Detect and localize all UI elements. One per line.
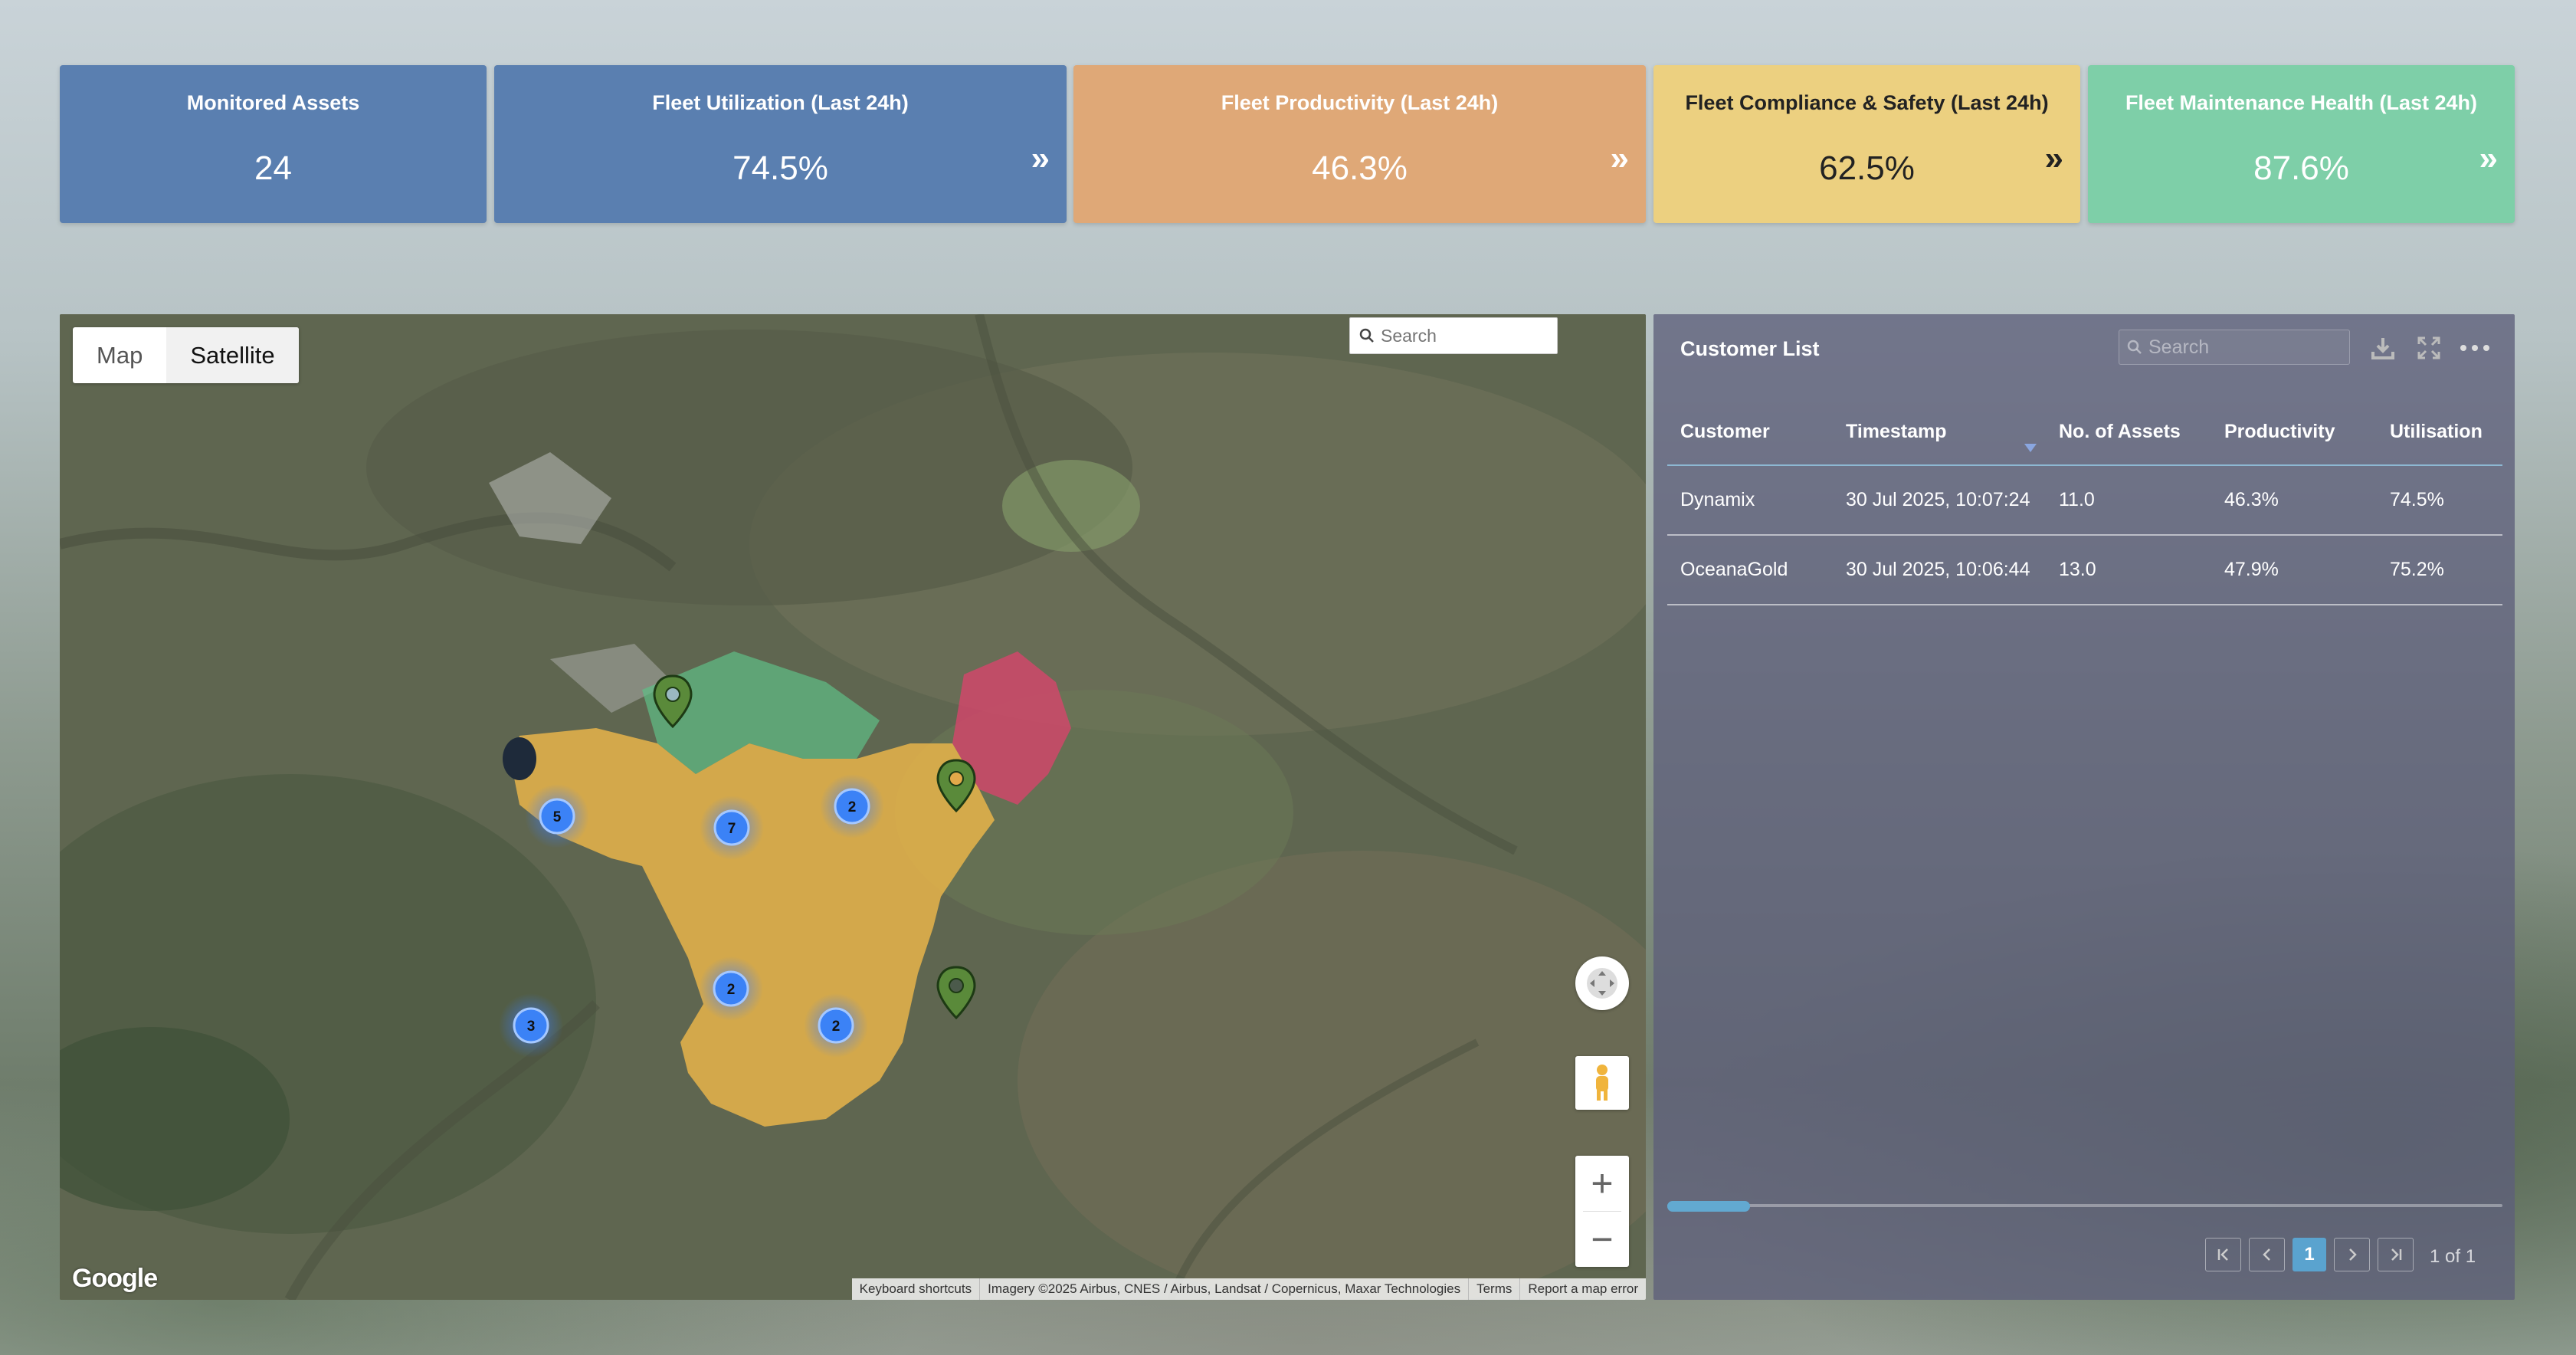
cell-utilisation: 74.5%	[2390, 489, 2444, 510]
kpi-title: Fleet Maintenance Health (Last 24h)	[2125, 91, 2478, 114]
column-assets[interactable]: No. of Assets	[2046, 421, 2211, 443]
download-icon[interactable]	[2366, 331, 2400, 365]
kpi-fleet-utilization[interactable]: Fleet Utilization (Last 24h) 74.5% »	[494, 65, 1067, 223]
column-utilisation[interactable]: Utilisation	[2377, 421, 2502, 443]
kpi-value: 62.5%	[1819, 149, 1915, 187]
column-label: Timestamp	[1846, 420, 1947, 442]
keyboard-shortcuts-link[interactable]: Keyboard shortcuts	[852, 1278, 979, 1300]
double-chevron-right-icon[interactable]: »	[1611, 142, 1629, 176]
column-customer[interactable]: Customer	[1667, 421, 1833, 443]
cluster-count: 2	[848, 799, 857, 815]
kpi-title: Fleet Utilization (Last 24h)	[652, 91, 909, 114]
map-type-toggle[interactable]: Map Satellite	[73, 327, 299, 383]
table-header: Customer Timestamp No. of Assets Product…	[1667, 399, 2502, 466]
last-page-icon[interactable]	[2378, 1238, 2414, 1271]
map-tab[interactable]: Map	[73, 327, 166, 383]
cell-timestamp: 30 Jul 2025, 10:07:24	[1846, 489, 2030, 510]
zoom-out-icon[interactable]: −	[1575, 1212, 1629, 1267]
cluster-marker[interactable]: 3	[499, 993, 563, 1058]
terms-link[interactable]: Terms	[1468, 1278, 1519, 1300]
kpi-fleet-productivity[interactable]: Fleet Productivity (Last 24h) 46.3% »	[1073, 65, 1646, 223]
page-summary: 1 of 1	[2430, 1246, 2476, 1267]
cluster-marker[interactable]: 2	[820, 774, 884, 838]
cluster-count: 2	[727, 982, 736, 998]
next-page-icon[interactable]	[2334, 1238, 2370, 1271]
kpi-title: Fleet Compliance & Safety (Last 24h)	[1685, 91, 2049, 114]
double-chevron-right-icon[interactable]: »	[1031, 142, 1050, 176]
column-timestamp[interactable]: Timestamp	[1833, 420, 2046, 452]
satellite-tab[interactable]: Satellite	[166, 327, 299, 383]
horizontal-scrollbar-thumb[interactable]	[1667, 1201, 1750, 1212]
cell-utilisation: 75.2%	[2390, 559, 2444, 580]
cluster-count: 2	[832, 1019, 841, 1035]
cluster-count: 5	[553, 809, 562, 825]
zoom-in-icon[interactable]: +	[1575, 1156, 1629, 1211]
search-icon	[1359, 328, 1374, 343]
pegman-icon[interactable]	[1575, 1056, 1629, 1110]
cell-assets: 11.0	[2059, 489, 2095, 510]
customer-search-box[interactable]	[2119, 330, 2350, 365]
kpi-value: 87.6%	[2253, 149, 2349, 187]
horizontal-scrollbar-track[interactable]	[1667, 1204, 2502, 1207]
kpi-value: 74.5%	[732, 149, 828, 187]
cluster-count: 3	[527, 1019, 536, 1035]
double-chevron-right-icon[interactable]: »	[2045, 142, 2063, 176]
page-button[interactable]: 1	[2293, 1238, 2326, 1271]
cluster-marker[interactable]: 5	[525, 784, 589, 848]
first-page-icon[interactable]	[2205, 1238, 2241, 1271]
kpi-title: Fleet Productivity (Last 24h)	[1221, 91, 1499, 114]
search-icon	[2127, 340, 2142, 354]
google-logo: Google	[72, 1264, 158, 1293]
report-error-link[interactable]: Report a map error	[1519, 1278, 1646, 1300]
imagery-credit: Imagery ©2025 Airbus, CNES / Airbus, Lan…	[979, 1278, 1468, 1300]
cell-timestamp: 30 Jul 2025, 10:06:44	[1846, 559, 2030, 580]
kpi-monitored-assets: Monitored Assets 24	[60, 65, 487, 223]
customer-list-panel: Customer List Customer Timestamp	[1653, 314, 2515, 1300]
kpi-title: Monitored Assets	[186, 91, 360, 114]
cell-productivity: 47.9%	[2224, 559, 2279, 580]
map-imagery[interactable]: 5 7 2 2 3 2	[60, 314, 1646, 1300]
map-search-input[interactable]	[1381, 325, 1542, 346]
pagination: 1	[2205, 1238, 2414, 1271]
cluster-marker[interactable]: 2	[699, 956, 763, 1021]
cluster-marker[interactable]: 2	[804, 993, 868, 1058]
cell-assets: 13.0	[2059, 559, 2096, 580]
zoom-control[interactable]: + −	[1575, 1156, 1629, 1267]
panel-title: Customer List	[1680, 337, 1820, 360]
kpi-fleet-maintenance[interactable]: Fleet Maintenance Health (Last 24h) 87.6…	[2088, 65, 2515, 223]
kpi-fleet-compliance[interactable]: Fleet Compliance & Safety (Last 24h) 62.…	[1653, 65, 2080, 223]
cell-customer: Dynamix	[1680, 489, 1755, 510]
more-icon[interactable]	[2458, 331, 2492, 365]
double-chevron-right-icon[interactable]: »	[2479, 142, 2498, 176]
sort-desc-icon[interactable]	[2024, 443, 2037, 452]
map-search-box[interactable]	[1349, 317, 1558, 354]
fullscreen-icon[interactable]	[1575, 956, 1629, 1010]
cell-customer: OceanaGold	[1680, 559, 1788, 580]
satellite-map[interactable]: 5 7 2 2 3 2 Map Satellite Search + − Goo…	[60, 314, 1646, 1300]
expand-icon[interactable]	[2412, 331, 2446, 365]
prev-page-icon[interactable]	[2249, 1238, 2285, 1271]
cluster-marker[interactable]: 7	[700, 796, 764, 860]
map-attribution: Keyboard shortcuts Imagery ©2025 Airbus,…	[851, 1278, 1646, 1300]
customer-search-input[interactable]	[2148, 336, 2340, 359]
table-row[interactable]: Dynamix 30 Jul 2025, 10:07:24 11.0 46.3%…	[1667, 466, 2502, 536]
cell-productivity: 46.3%	[2224, 489, 2279, 510]
kpi-value: 46.3%	[1312, 149, 1408, 187]
cluster-count: 7	[728, 821, 736, 837]
customer-table: Customer Timestamp No. of Assets Product…	[1667, 399, 2502, 605]
kpi-value: 24	[254, 149, 292, 187]
column-productivity[interactable]: Productivity	[2211, 421, 2377, 443]
table-row[interactable]: OceanaGold 30 Jul 2025, 10:06:44 13.0 47…	[1667, 536, 2502, 605]
